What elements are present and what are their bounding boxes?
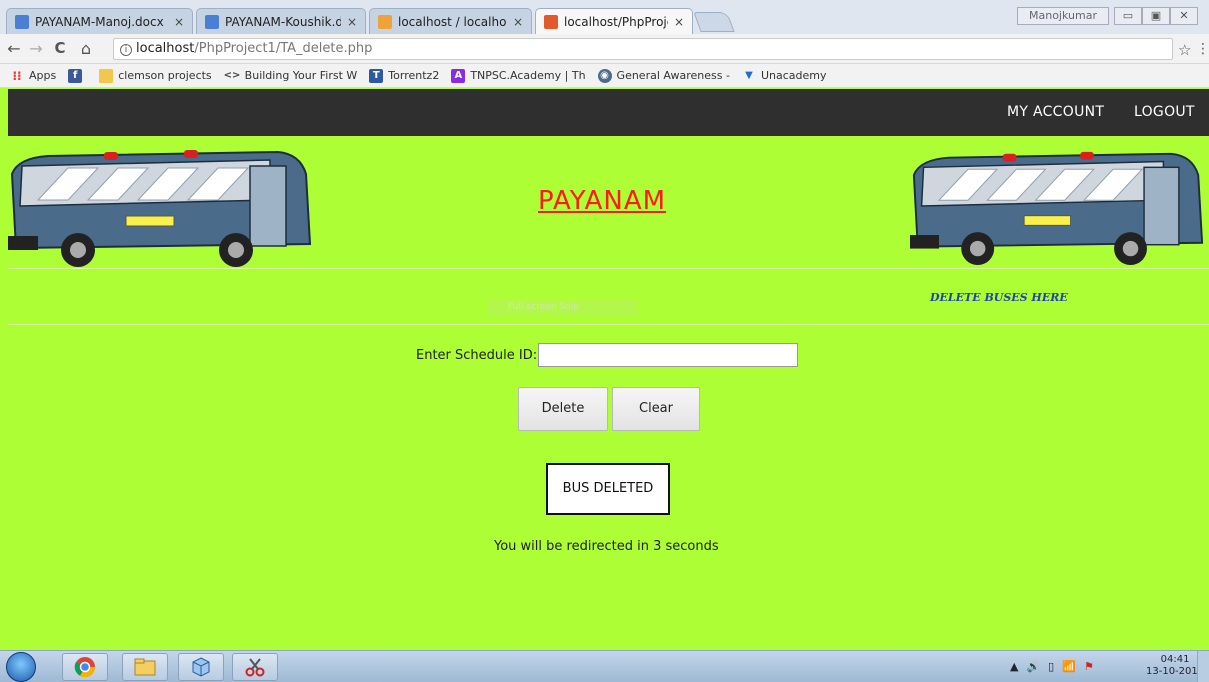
network-icon[interactable]: 📶 bbox=[1062, 660, 1076, 673]
bus-image-left bbox=[8, 150, 312, 267]
tab-payanam-manoj[interactable]: PAYANAM-Manoj.docx - × bbox=[6, 8, 193, 34]
docs-icon bbox=[15, 14, 29, 29]
page-subtitle: DELETE BUSES HERE bbox=[930, 291, 1068, 304]
windows-start-icon[interactable] bbox=[6, 652, 36, 682]
url-path: /PhpProject1/TA_delete.php bbox=[194, 41, 373, 56]
bookmark-label: TNPSC.Academy | Th bbox=[470, 69, 586, 82]
phpmyadmin-icon bbox=[378, 14, 392, 29]
taskbar-clock[interactable]: 04:41 13-10-2017 bbox=[1146, 654, 1204, 678]
reload-icon[interactable]: C bbox=[50, 39, 70, 57]
sub-header: Full-screen Snip DELETE BUSES HERE bbox=[8, 269, 1209, 325]
chrome-menu-icon[interactable]: ⋮ bbox=[1196, 41, 1209, 57]
tab-title: PAYANAM-Manoj.docx - bbox=[35, 14, 168, 29]
page-favicon-icon bbox=[544, 14, 558, 29]
apps-grid-icon: ⁝⁝ bbox=[12, 68, 22, 83]
virtualbox-icon[interactable] bbox=[178, 653, 224, 681]
tab-ta-delete[interactable]: localhost/PhpProject1/T/ × bbox=[535, 8, 693, 34]
browser-tab-strip: PAYANAM-Manoj.docx - × PAYANAM-Koushik.d… bbox=[0, 0, 1209, 34]
code-icon: <> bbox=[223, 69, 241, 81]
close-window-icon[interactable]: ✕ bbox=[1170, 7, 1198, 25]
redirect-notice: You will be redirected in 3 seconds bbox=[494, 539, 719, 554]
bookmark-label: Torrentz2 bbox=[388, 69, 440, 82]
bookmark-facebook[interactable]: f bbox=[68, 68, 87, 83]
windows-taskbar: ▲ 🔊 ▯ 📶 ⚑ 04:41 13-10-2017 bbox=[0, 650, 1209, 682]
bookmark-label: Building Your First W bbox=[244, 69, 358, 82]
docs-icon bbox=[205, 14, 219, 29]
clear-button[interactable]: Clear bbox=[612, 387, 700, 431]
bus-image-right bbox=[910, 151, 1204, 266]
battery-icon[interactable]: ▯ bbox=[1048, 660, 1054, 673]
window-controls: ▭ ▣ ✕ bbox=[1114, 7, 1198, 25]
owl-icon: ◉ bbox=[597, 68, 612, 83]
back-icon[interactable]: ← bbox=[4, 39, 24, 58]
snip-overlay: Full-screen Snip bbox=[488, 299, 638, 316]
show-desktop-button[interactable] bbox=[1197, 651, 1209, 682]
bookmark-torrentz2[interactable]: T Torrentz2 bbox=[369, 68, 440, 83]
unacademy-icon: ▼ bbox=[745, 69, 753, 81]
minimize-icon[interactable]: ▭ bbox=[1114, 7, 1142, 25]
browser-toolbar: ← → C ⌂ i localhost/PhpProject1/TA_delete… bbox=[0, 34, 1209, 64]
schedule-id-input[interactable] bbox=[538, 343, 799, 367]
tray-expand-icon[interactable]: ▲ bbox=[1010, 660, 1018, 673]
delete-button[interactable]: Delete bbox=[518, 387, 608, 431]
bookmark-clemson-projects[interactable]: clemson projects bbox=[99, 68, 212, 83]
status-message: BUS DELETED bbox=[546, 463, 670, 515]
bookmark-label: Apps bbox=[29, 69, 57, 82]
folder-icon bbox=[99, 68, 114, 83]
tab-title: PAYANAM-Koushik.docx bbox=[225, 14, 341, 29]
action-center-icon[interactable]: ⚑ bbox=[1084, 660, 1094, 673]
address-bar[interactable]: i localhost/PhpProject1/TA_delete.php bbox=[113, 38, 1173, 60]
site-info-icon[interactable]: i bbox=[120, 44, 132, 56]
clock-date: 13-10-2017 bbox=[1146, 666, 1205, 677]
volume-icon[interactable]: 🔊 bbox=[1026, 660, 1040, 673]
facebook-icon: f bbox=[68, 68, 83, 83]
brand-title[interactable]: PAYANAM bbox=[538, 186, 666, 216]
site-banner: PAYANAM bbox=[8, 136, 1209, 269]
tab-payanam-koushik[interactable]: PAYANAM-Koushik.docx × bbox=[196, 8, 366, 34]
bookmark-unacademy[interactable]: ▼ Unacademy bbox=[742, 69, 827, 83]
bookmark-label: General Awareness - bbox=[616, 69, 730, 82]
tab-phpmyadmin[interactable]: localhost / localhost / bu × bbox=[369, 8, 532, 34]
schedule-id-label: Enter Schedule ID: bbox=[416, 347, 538, 363]
forward-icon[interactable]: → bbox=[26, 39, 46, 58]
close-icon[interactable]: × bbox=[513, 15, 523, 29]
clock-time: 04:41 bbox=[1160, 654, 1190, 665]
tab-title: localhost/PhpProject1/T/ bbox=[564, 14, 668, 29]
home-icon[interactable]: ⌂ bbox=[76, 39, 96, 58]
snipping-tool-icon[interactable] bbox=[232, 653, 278, 681]
bookmark-star-icon[interactable]: ☆ bbox=[1178, 41, 1191, 59]
my-account-link[interactable]: MY ACCOUNT bbox=[1007, 104, 1104, 120]
torrentz-icon: T bbox=[369, 68, 384, 83]
bookmark-building-your-first[interactable]: <> Building Your First W bbox=[224, 69, 358, 83]
bookmark-label: clemson projects bbox=[118, 69, 212, 82]
tnpsc-icon: A bbox=[451, 68, 466, 83]
bookmark-apps[interactable]: ⁝⁝ Apps bbox=[10, 69, 56, 83]
bookmark-tnpsc-academy[interactable]: A TNPSC.Academy | Th bbox=[451, 68, 586, 83]
site-navbar: MY ACCOUNT LOGOUT bbox=[8, 89, 1209, 136]
schedule-id-row: Enter Schedule ID: bbox=[416, 343, 799, 367]
bookmark-general-awareness[interactable]: ◉ General Awareness - bbox=[597, 68, 730, 83]
url-host: localhost bbox=[136, 41, 195, 56]
new-tab-button[interactable] bbox=[693, 12, 735, 32]
close-icon[interactable]: × bbox=[347, 15, 357, 29]
close-icon[interactable]: × bbox=[674, 15, 684, 29]
maximize-icon[interactable]: ▣ bbox=[1142, 7, 1170, 25]
chrome-icon[interactable] bbox=[62, 653, 108, 681]
window-user-badge[interactable]: Manojkumar bbox=[1017, 7, 1109, 25]
file-explorer-icon[interactable] bbox=[122, 653, 168, 681]
bookmarks-bar: ⁝⁝ Apps f clemson projects <> Building Y… bbox=[0, 64, 1209, 88]
system-tray: ▲ 🔊 ▯ 📶 ⚑ bbox=[1010, 660, 1094, 673]
tab-title: localhost / localhost / bu bbox=[398, 14, 507, 29]
bookmark-label: Unacademy bbox=[760, 69, 827, 82]
logout-link[interactable]: LOGOUT bbox=[1134, 104, 1195, 120]
close-icon[interactable]: × bbox=[174, 15, 184, 29]
